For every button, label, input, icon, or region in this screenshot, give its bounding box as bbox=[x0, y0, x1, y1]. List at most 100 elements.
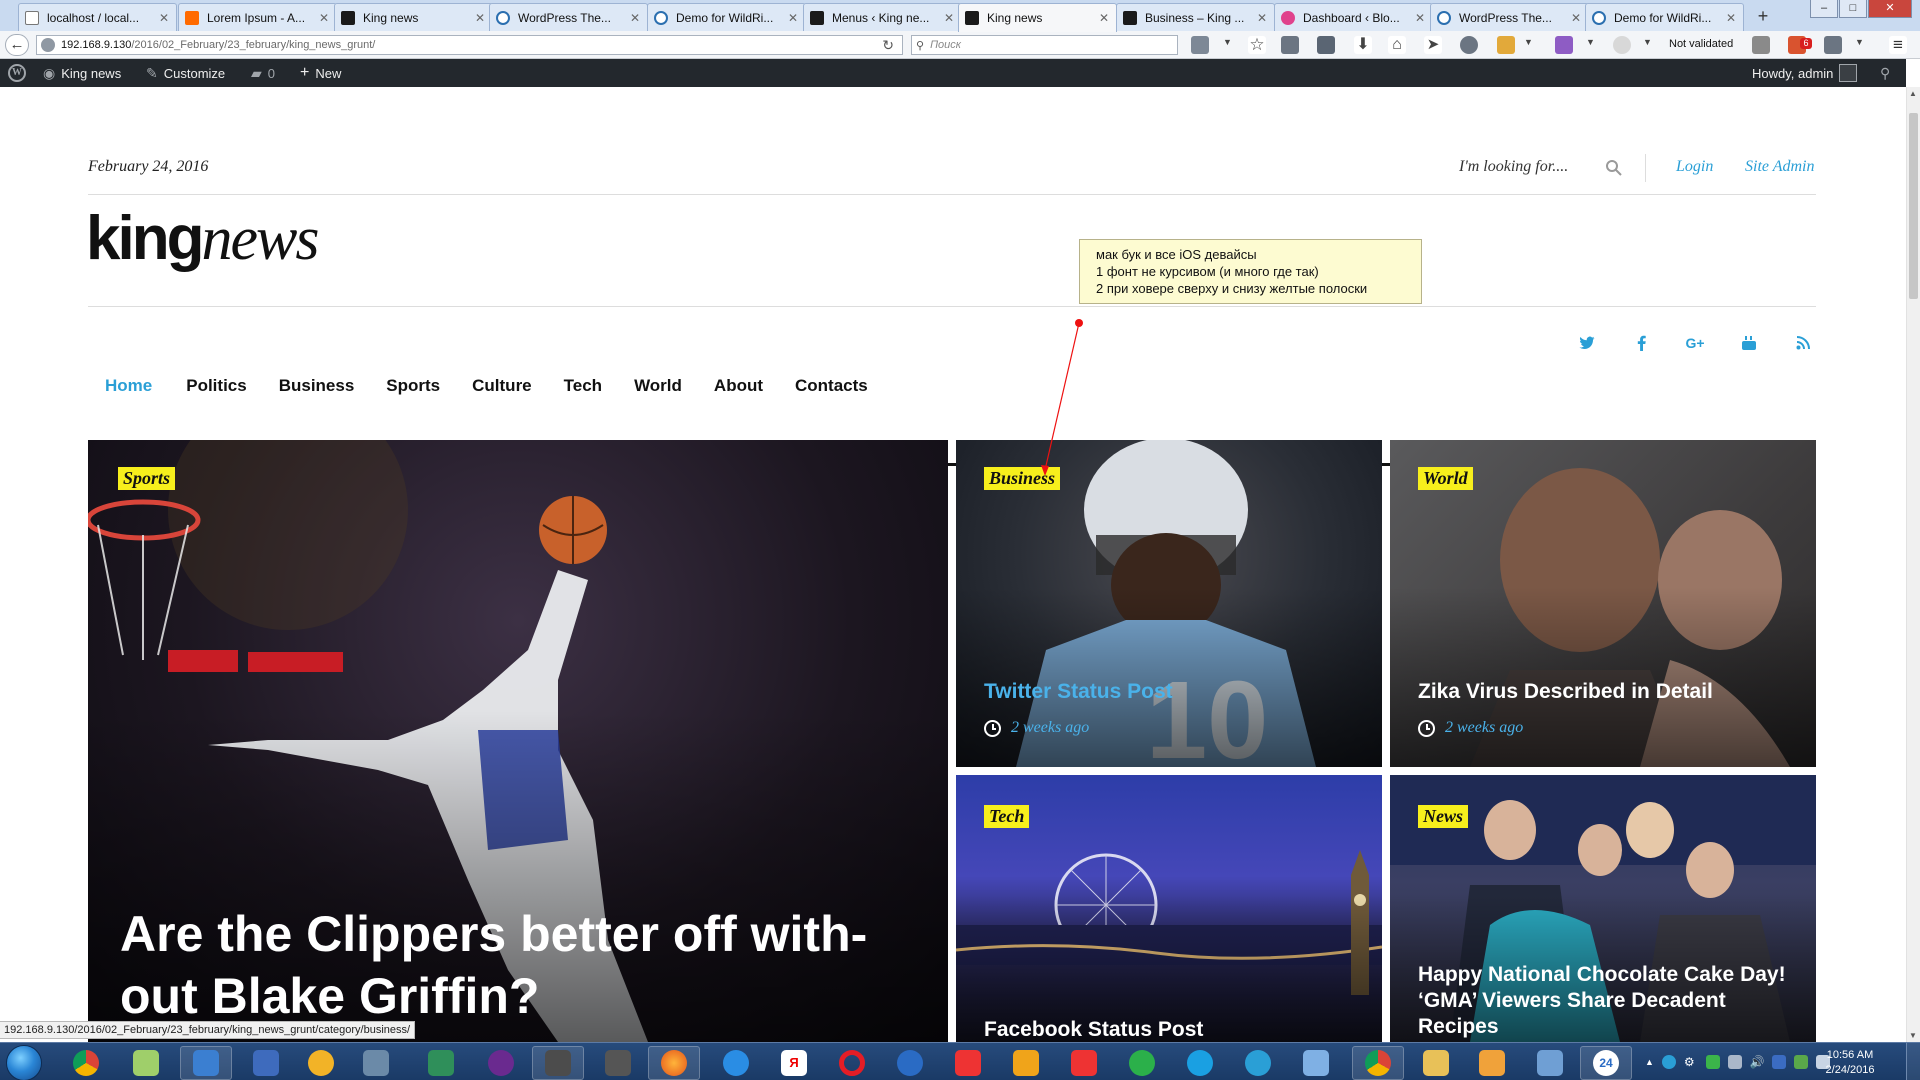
taskbar-triangle-button[interactable] bbox=[295, 1046, 347, 1080]
status-icon[interactable] bbox=[1613, 36, 1631, 54]
show-desktop-button[interactable] bbox=[1906, 1043, 1920, 1080]
home-icon[interactable]: ⌂ bbox=[1388, 36, 1406, 54]
new-tab-button[interactable]: + bbox=[1752, 5, 1774, 27]
taskbar-ie-button[interactable] bbox=[710, 1046, 762, 1080]
tab-close-icon[interactable]: ✕ bbox=[787, 11, 799, 25]
send-icon[interactable]: ➤ bbox=[1424, 36, 1442, 54]
tab-close-icon[interactable]: ✕ bbox=[1570, 11, 1582, 25]
taskbar-opera-button[interactable] bbox=[826, 1046, 878, 1080]
tray-app-icon[interactable] bbox=[1661, 1055, 1676, 1069]
taskbar-glasses-button[interactable] bbox=[592, 1046, 644, 1080]
featured-post-card[interactable]: Sports Are the Clippers better off with-… bbox=[88, 440, 948, 1042]
card-title[interactable]: Twitter Status Post bbox=[984, 680, 1173, 704]
taskbar-photos-button[interactable] bbox=[1466, 1046, 1518, 1080]
tab-close-icon[interactable]: ✕ bbox=[1098, 11, 1110, 25]
site-search-input[interactable]: I'm looking for.... bbox=[1459, 158, 1568, 176]
category-badge[interactable]: World bbox=[1418, 467, 1473, 490]
scroll-up-icon[interactable]: ▲ bbox=[1909, 89, 1917, 98]
dropdown-arrow-icon[interactable]: ▼ bbox=[1223, 37, 1232, 47]
youtube-icon[interactable] bbox=[1722, 332, 1776, 354]
card-time[interactable]: 2 weeks ago bbox=[1445, 719, 1523, 737]
address-bar[interactable]: 192.168.9.130/2016/02_February/23_februa… bbox=[36, 35, 903, 55]
taskbar-notes-button[interactable] bbox=[1290, 1046, 1342, 1080]
browser-tab[interactable]: Business – King ... ✕ bbox=[1116, 3, 1275, 31]
card-title[interactable]: Zika Virus Described in Detail bbox=[1418, 680, 1713, 704]
extension-icon[interactable] bbox=[1497, 36, 1515, 54]
login-link[interactable]: Login bbox=[1676, 158, 1713, 176]
post-card[interactable]: World Zika Virus Described in Detail 2 w… bbox=[1390, 440, 1816, 767]
tray-battery-icon[interactable] bbox=[1705, 1055, 1720, 1069]
wp-site-name-link[interactable]: ◉ King news bbox=[43, 59, 121, 87]
browser-tab[interactable]: Dashboard ‹ Blo... ✕ bbox=[1274, 3, 1433, 31]
tray-network-icon[interactable] bbox=[1793, 1055, 1808, 1069]
wp-search-button[interactable]: ⚲ bbox=[1880, 59, 1890, 87]
taskbar-circle-button[interactable] bbox=[475, 1046, 527, 1080]
wp-logo-menu[interactable]: W bbox=[8, 59, 26, 87]
taskbar-clock[interactable]: 10:56 AM 2/24/2016 bbox=[1814, 1048, 1886, 1078]
tab-close-icon[interactable]: ✕ bbox=[943, 11, 955, 25]
taskbar-skype-button[interactable] bbox=[1174, 1046, 1226, 1080]
clipboard-icon[interactable] bbox=[1824, 36, 1842, 54]
browser-tab[interactable]: King news ✕ bbox=[334, 3, 493, 31]
taskbar-sublime-button[interactable] bbox=[532, 1046, 584, 1080]
wp-comments-link[interactable]: ▰ 0 bbox=[251, 59, 275, 87]
tray-volume-icon[interactable]: 🔊 bbox=[1750, 1055, 1765, 1069]
site-logo[interactable]: kingnews bbox=[86, 206, 319, 273]
browser-tab[interactable]: Menus ‹ King ne... ✕ bbox=[803, 3, 962, 31]
taskbar-chrome-button[interactable] bbox=[60, 1046, 112, 1080]
browser-tab[interactable]: localhost / local... ✕ bbox=[18, 3, 177, 31]
card-title[interactable]: Facebook Status Post bbox=[984, 1018, 1203, 1042]
taskbar-explorer-button[interactable] bbox=[1410, 1046, 1462, 1080]
browser-tab[interactable]: WordPress The... ✕ bbox=[1430, 3, 1589, 31]
screenshot-icon[interactable] bbox=[1191, 36, 1209, 54]
minimize-button[interactable]: – bbox=[1810, 0, 1838, 18]
card-title[interactable]: Happy National Chocolate Cake Day! ‘GMA’… bbox=[1418, 962, 1798, 1040]
scroll-thumb[interactable] bbox=[1909, 113, 1918, 299]
tray-keyboard-icon[interactable] bbox=[1727, 1055, 1742, 1069]
bookmark-star-icon[interactable]: ☆ bbox=[1248, 36, 1266, 54]
tab-close-icon[interactable]: ✕ bbox=[1414, 11, 1426, 25]
tray-expand-icon[interactable]: ▲ bbox=[1645, 1057, 1654, 1067]
download-icon[interactable]: ⬇ bbox=[1354, 36, 1372, 54]
category-badge[interactable]: Sports bbox=[118, 467, 176, 490]
site-admin-link[interactable]: Site Admin bbox=[1745, 158, 1814, 176]
close-window-button[interactable]: ✕ bbox=[1868, 0, 1912, 18]
tab-close-icon[interactable]: ✕ bbox=[318, 11, 330, 25]
apps-grid-icon[interactable] bbox=[1555, 36, 1573, 54]
validation-status[interactable]: Not validated bbox=[1669, 38, 1733, 50]
bookmarks-library-icon[interactable] bbox=[1281, 36, 1299, 54]
reload-icon[interactable]: ↻ bbox=[882, 37, 894, 54]
tab-close-icon[interactable]: ✕ bbox=[1725, 11, 1737, 25]
dropdown-arrow-icon[interactable]: ▼ bbox=[1855, 37, 1864, 47]
pocket-icon[interactable] bbox=[1317, 36, 1335, 54]
taskbar-calc-button[interactable] bbox=[350, 1046, 402, 1080]
taskbar-chart-button[interactable] bbox=[415, 1046, 467, 1080]
maximize-button[interactable]: □ bbox=[1839, 0, 1867, 18]
browser-tab[interactable]: Lorem Ipsum - A... ✕ bbox=[178, 3, 337, 31]
browser-tab[interactable]: WordPress The... ✕ bbox=[489, 3, 648, 31]
google-plus-icon[interactable]: G+ bbox=[1668, 332, 1722, 354]
taskbar-s-green-button[interactable] bbox=[1116, 1046, 1168, 1080]
search-icon[interactable] bbox=[1605, 159, 1623, 177]
post-card[interactable]: News Happy National Chocolate Cake Day! … bbox=[1390, 775, 1816, 1042]
taskbar-screen-button[interactable] bbox=[1524, 1046, 1576, 1080]
taskbar-cyberfox-button[interactable] bbox=[884, 1046, 936, 1080]
taskbar-arc-button[interactable] bbox=[1058, 1046, 1110, 1080]
taskbar-vivaldi-button[interactable] bbox=[942, 1046, 994, 1080]
tray-language-icon[interactable] bbox=[1771, 1055, 1786, 1069]
dropdown-arrow-icon[interactable]: ▼ bbox=[1524, 37, 1533, 47]
scroll-down-icon[interactable]: ▼ bbox=[1909, 1031, 1917, 1040]
twitter-icon[interactable] bbox=[1560, 332, 1614, 354]
taskbar-24-button[interactable]: 24 bbox=[1580, 1046, 1632, 1080]
taskbar-yandex-button[interactable]: Я bbox=[768, 1046, 820, 1080]
taskbar-telegram-button[interactable] bbox=[1232, 1046, 1284, 1080]
tray-gear-icon[interactable]: ⚙ bbox=[1684, 1055, 1698, 1069]
tab-close-icon[interactable]: ✕ bbox=[158, 11, 170, 25]
category-badge[interactable]: Tech bbox=[984, 805, 1030, 828]
taskbar-notepad-button[interactable] bbox=[120, 1046, 172, 1080]
back-button[interactable]: ← bbox=[5, 34, 29, 56]
browser-tab[interactable]: Demo for WildRi... ✕ bbox=[647, 3, 806, 31]
post-card[interactable]: 10 Business Twitter Status Post 2 weeks … bbox=[956, 440, 1382, 767]
chat-icon[interactable] bbox=[1460, 36, 1478, 54]
review-note[interactable]: мак бук и все iOS девайсы 1 фонт не курс… bbox=[1079, 239, 1422, 304]
